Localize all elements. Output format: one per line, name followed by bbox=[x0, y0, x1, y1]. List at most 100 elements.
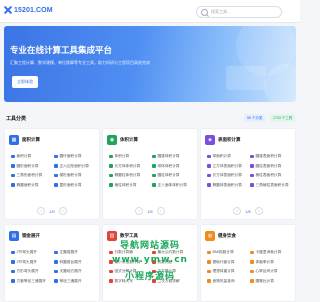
tool-label: 正八面体体积计算 bbox=[157, 182, 188, 187]
watermark-line2: www.ymw.cn bbox=[112, 255, 188, 265]
card-header[interactable]: ▦ 面积计算 bbox=[9, 135, 40, 145]
tool-label: 棱柱体积计算 bbox=[114, 182, 137, 187]
prev-page-button[interactable]: ‹ bbox=[233, 207, 242, 215]
tool-link[interactable]: 三角棱柱表面积计算 bbox=[250, 183, 293, 188]
tool-icon bbox=[54, 173, 58, 178]
card-header[interactable]: ◈ 表面积计算 bbox=[205, 135, 241, 145]
tool-link[interactable]: 圆环面积计算 bbox=[54, 154, 97, 159]
card-title: 面积计算 bbox=[22, 137, 40, 142]
tool-icon bbox=[11, 173, 15, 178]
search-input[interactable]: 搜索工具... bbox=[196, 6, 282, 18]
tool-label: 菱形面积计算 bbox=[59, 182, 82, 187]
prev-page-button[interactable]: ‹ bbox=[135, 207, 144, 215]
tool-icon bbox=[207, 183, 211, 187]
category-count-badge: 56 个分类 bbox=[244, 114, 266, 122]
tool-icon bbox=[152, 154, 156, 159]
tool-link[interactable]: 圆柱体积计算 bbox=[152, 173, 195, 178]
category-card: ▦ 面积计算 面积计算 圆环面积计算 圆形面积计算 正六边形面积计算 三角形面积计算 梯形面积… bbox=[4, 128, 100, 220]
tool-label: 椭圆柱体积计算 bbox=[114, 173, 141, 177]
tool-link[interactable]: 长方体表面积计算 bbox=[207, 173, 250, 178]
next-page-button[interactable]: › bbox=[254, 207, 263, 215]
tool-icon bbox=[109, 154, 113, 159]
tool-icon bbox=[11, 154, 15, 159]
tool-link[interactable]: 菱形面积计算 bbox=[54, 183, 97, 188]
tool-link[interactable]: 梯形面积计算 bbox=[54, 173, 97, 178]
next-page-button[interactable]: › bbox=[156, 207, 165, 215]
tool-list: 球面积计算 圆锥表面积计算立方体表面积计算 圆柱表面积计算 长方体表面积计算 棱柱表面积… bbox=[207, 154, 293, 188]
logo[interactable]: 15201.COM bbox=[4, 6, 53, 14]
tool-link[interactable]: 椭圆面积计算 bbox=[11, 183, 54, 188]
tool-icon bbox=[250, 183, 254, 187]
tool-link[interactable]: 正八面体体积计算 bbox=[152, 183, 195, 188]
search-placeholder: 搜索工具... bbox=[211, 9, 231, 14]
prev-page-button[interactable]: ‹ bbox=[37, 207, 46, 215]
tool-list: 面积计算 圆环面积计算圆形面积计算 正六边形面积计算三角形面积计算 梯形面积计算椭圆面… bbox=[11, 154, 97, 188]
tool-label: 椭圆面积计算 bbox=[16, 182, 39, 187]
tool-link[interactable]: 圆柱表面积计算 bbox=[250, 164, 293, 169]
tool-label: 圆柱体积计算 bbox=[157, 173, 180, 177]
tool-list: 体积计算 圆锥体积计算长方体体积计算 球体体积计算椭圆柱体积计算 圆柱体积计算棱柱体积… bbox=[109, 154, 195, 188]
card-title: 表面积计算 bbox=[218, 137, 241, 142]
tool-link[interactable]: 面积计算 bbox=[11, 154, 54, 159]
logo-text: 15201.COM bbox=[14, 6, 53, 14]
logo-icon bbox=[4, 6, 12, 14]
tool-link[interactable]: 棱柱表面积计算 bbox=[250, 173, 293, 178]
tool-icon bbox=[109, 164, 113, 168]
tool-link[interactable]: 立方体表面积计算 bbox=[207, 164, 250, 169]
category-icon: ◈ bbox=[205, 135, 215, 145]
tool-icon bbox=[11, 164, 15, 168]
pager: ‹ 1/5 › bbox=[201, 207, 295, 215]
tool-link[interactable]: 棱柱体积计算 bbox=[109, 183, 152, 188]
section-title: 工具分类 bbox=[6, 116, 27, 122]
tool-link[interactable]: 长方体体积计算 bbox=[109, 164, 152, 169]
watermark: 导航网站源码 www.ymw.cn 小程序源码 bbox=[0, 238, 300, 282]
tool-label: 圆锥表面积计算 bbox=[255, 154, 282, 158]
card-title: 体积计算 bbox=[120, 137, 138, 142]
tool-link[interactable]: 球面积计算 bbox=[207, 154, 250, 159]
tool-link[interactable]: 体积计算 bbox=[109, 154, 152, 159]
hero-banner: 专业在线计算工具集成平台 汇聚工程计算、数学建模、单位换算等专业工具，助力科研与… bbox=[4, 26, 296, 102]
try-now-button[interactable]: 立即体验 bbox=[12, 76, 38, 88]
tool-link[interactable]: 圆锥表面积计算 bbox=[250, 154, 293, 159]
tool-link[interactable]: 椭圆体表面积计算 bbox=[207, 183, 250, 188]
card-header[interactable]: ◉ 体积计算 bbox=[107, 135, 138, 145]
tool-link[interactable]: 圆锥体积计算 bbox=[152, 154, 195, 159]
page-indicator: 1/6 bbox=[147, 208, 153, 214]
tool-label: 正六边形面积计算 bbox=[59, 163, 90, 168]
tool-label: 圆锥体积计算 bbox=[157, 154, 180, 158]
hero-title: 专业在线计算工具集成平台 bbox=[10, 45, 113, 55]
tool-label: 球体体积计算 bbox=[157, 163, 180, 168]
tool-icon bbox=[207, 164, 211, 168]
tool-link[interactable]: 圆形面积计算 bbox=[11, 164, 54, 169]
tool-icon bbox=[207, 154, 211, 159]
category-card: ◈ 表面积计算球面积计算 圆锥表面积计算立方体表面积计算 圆柱表面积计算 长方体表面积计… bbox=[200, 128, 296, 220]
tool-icon bbox=[54, 183, 58, 187]
tool-label: 三角形面积计算 bbox=[16, 173, 43, 177]
hero-decoration bbox=[226, 26, 296, 102]
search-icon bbox=[201, 8, 208, 16]
tool-link[interactable]: 正六边形面积计算 bbox=[54, 164, 97, 169]
tool-icon bbox=[250, 154, 254, 159]
tool-icon bbox=[250, 164, 254, 168]
tool-label: 梯形面积计算 bbox=[59, 173, 82, 177]
next-page-button[interactable]: › bbox=[58, 207, 67, 215]
tool-link[interactable]: 椭圆柱体积计算 bbox=[109, 173, 152, 178]
tool-icon bbox=[54, 164, 58, 168]
tool-label: 立方体表面积计算 bbox=[212, 163, 243, 168]
tool-label: 棱柱表面积计算 bbox=[255, 173, 282, 177]
hero-subtitle: 汇聚工程计算、数学建模、单位换算等专业工具，助力科研与工程项目高效完成 bbox=[10, 60, 150, 65]
page-indicator: 1/9 bbox=[49, 208, 55, 214]
tool-icon bbox=[250, 173, 254, 178]
tool-icon bbox=[11, 183, 15, 187]
tool-link[interactable]: 球体体积计算 bbox=[152, 164, 195, 169]
tool-icon bbox=[207, 173, 211, 178]
tool-icon bbox=[54, 154, 58, 159]
category-icon: ▦ bbox=[9, 135, 19, 145]
tool-label: 球面积计算 bbox=[212, 154, 231, 158]
tool-icon bbox=[152, 183, 156, 187]
tool-label: 圆环面积计算 bbox=[59, 154, 82, 158]
page-indicator: 1/5 bbox=[245, 208, 251, 214]
header: 15201.COM 搜索工具... bbox=[0, 0, 300, 23]
tool-link[interactable]: 三角形面积计算 bbox=[11, 173, 54, 178]
tool-label: 长方体体积计算 bbox=[114, 163, 141, 168]
